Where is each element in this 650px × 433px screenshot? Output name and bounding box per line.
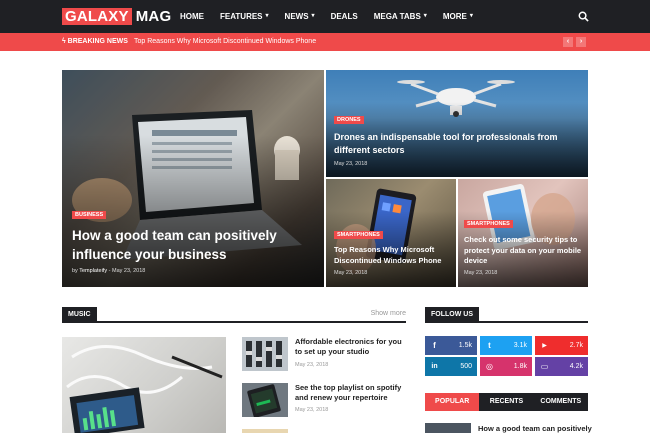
show-more-link[interactable]: Show more	[371, 310, 406, 317]
post-author[interactable]: Templateify	[79, 268, 107, 274]
follower-count: 3.1k	[513, 342, 527, 349]
music-item-thumb-1[interactable]	[242, 337, 288, 371]
breaking-headline[interactable]: Top Reasons Why Microsoft Discontinued W…	[134, 33, 316, 51]
music-item-title[interactable]: Affordable electronics for you to set up…	[295, 337, 410, 357]
logo-box: GALAXY	[62, 8, 132, 25]
chevron-down-icon: ▾	[311, 13, 315, 19]
tab-comments[interactable]: COMMENTS	[533, 393, 588, 411]
menu-label: NEWS	[284, 12, 309, 21]
music-item-thumb-3[interactable]	[242, 429, 288, 433]
music-main-image[interactable]	[62, 337, 226, 433]
category-badge[interactable]: BUSINESS	[72, 211, 107, 219]
featured-main-post[interactable]: BUSINESS How a good team can positively …	[62, 70, 324, 287]
meta-separator: -	[108, 268, 111, 274]
breaking-label: ϟ BREAKING NEWS	[62, 33, 128, 51]
follower-count: 1.8k	[513, 363, 527, 370]
facebook-follow-button[interactable]: f 1.5k	[425, 336, 477, 355]
follower-count: 1.5k	[458, 342, 472, 349]
instagram-icon: ◎	[486, 362, 493, 371]
next-arrow-icon[interactable]: ›	[576, 37, 586, 47]
post-title[interactable]: Top Reasons Why Microsoft Discontinued W…	[334, 245, 449, 266]
menu-label: MEGA TABS	[373, 12, 421, 21]
tab-popular[interactable]: POPULAR	[425, 393, 480, 411]
headphones-image	[66, 345, 223, 433]
mixer-image	[242, 337, 288, 371]
post-date: May 23, 2018	[334, 270, 368, 276]
music-item-date: May 23, 2018	[295, 407, 329, 413]
menu-item-home[interactable]: HOME	[180, 0, 204, 33]
post-date: May 23, 2018	[111, 268, 146, 274]
menu-item-more[interactable]: MORE ▾	[443, 0, 473, 33]
post-date: May 23, 2018	[334, 161, 368, 167]
music-section-header: MUSIC Show more	[62, 307, 406, 323]
instagram-follow-button[interactable]: ◎ 1.8k	[480, 357, 532, 376]
follow-us-header: FOLLOW US	[425, 307, 588, 323]
twitch-follow-button[interactable]: ▭ 4.2k	[535, 357, 588, 376]
post-tabs: POPULAR RECENTS COMMENTS	[425, 393, 588, 411]
linkedin-icon: in	[431, 363, 438, 370]
site-logo[interactable]: GALAXY MAG	[62, 8, 171, 25]
chevron-down-icon: ▾	[265, 13, 269, 19]
follower-count: 4.2k	[569, 363, 583, 370]
twitch-icon: ▭	[540, 362, 549, 371]
post-title[interactable]: Check out some security tips to protect …	[464, 235, 584, 267]
menu-label: HOME	[180, 12, 204, 21]
featured-phone-post-2[interactable]: SMARTPHONES Check out some security tips…	[458, 179, 588, 287]
prev-arrow-icon[interactable]: ‹	[563, 37, 573, 47]
popular-item-title[interactable]: How a good team can positively	[478, 424, 592, 433]
breaking-label-text: BREAKING NEWS	[67, 38, 128, 45]
menu-label: DEALS	[330, 12, 358, 21]
search-icon[interactable]	[578, 11, 589, 22]
twitter-follow-button[interactable]: t 3.1k	[480, 336, 532, 355]
logo-text: MAG	[135, 8, 172, 25]
follower-count: 2.7k	[569, 342, 583, 349]
chevron-down-icon: ▾	[423, 13, 427, 19]
featured-phone-post-1[interactable]: SMARTPHONES Top Reasons Why Microsoft Di…	[326, 179, 456, 287]
menu-label: FEATURES	[220, 12, 263, 21]
youtube-follow-button[interactable]: ▶ 2.7k	[535, 336, 588, 355]
main-menu: HOME FEATURES ▾ NEWS ▾ DEALS MEGA TABS ▾ MO…	[180, 0, 489, 33]
facebook-icon: f	[433, 341, 436, 350]
menu-item-features[interactable]: FEATURES ▾	[220, 0, 269, 33]
breaking-news-bar: ϟ BREAKING NEWS Top Reasons Why Microsof…	[0, 33, 650, 51]
menu-item-mega-tabs[interactable]: MEGA TABS ▾	[374, 0, 427, 33]
popular-item-thumb[interactable]	[425, 423, 471, 433]
menu-label: MORE	[442, 12, 467, 21]
section-title: FOLLOW US	[425, 307, 479, 323]
menu-item-news[interactable]: NEWS ▾	[285, 0, 315, 33]
chevron-down-icon: ▾	[469, 13, 473, 19]
post-title[interactable]: Drones an indispensable tool for profess…	[334, 131, 559, 157]
music-item-title[interactable]: See the top playlist on spotify and rene…	[295, 383, 410, 403]
playlist-image	[242, 383, 288, 417]
category-badge[interactable]: SMARTPHONES	[464, 220, 513, 228]
music-item-date: May 23, 2018	[295, 362, 329, 368]
post-title[interactable]: How a good team can positively influence…	[72, 226, 292, 264]
post-meta: by Templateify - May 23, 2018	[72, 268, 145, 274]
featured-drone-post[interactable]: DRONES Drones an indispensable tool for …	[326, 70, 588, 177]
tab-recents[interactable]: RECENTS	[479, 393, 534, 411]
menu-item-deals[interactable]: DEALS	[331, 0, 358, 33]
section-title: MUSIC	[62, 307, 97, 323]
category-badge[interactable]: DRONES	[334, 116, 364, 124]
category-badge[interactable]: SMARTPHONES	[334, 231, 383, 239]
top-navbar: GALAXY MAG HOME FEATURES ▾ NEWS ▾ DEALS ME…	[0, 0, 650, 33]
linkedin-follow-button[interactable]: in 500	[425, 357, 477, 376]
post-date: May 23, 2018	[464, 270, 498, 276]
twitter-icon: t	[488, 341, 491, 350]
youtube-icon: ▶	[542, 343, 547, 349]
music-item-thumb-2[interactable]	[242, 383, 288, 417]
follower-count: 500	[460, 363, 472, 370]
